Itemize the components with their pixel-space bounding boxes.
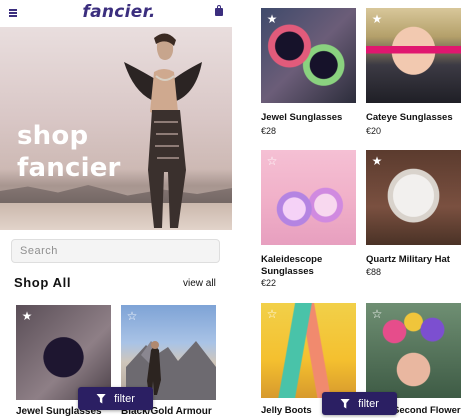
product-image-jewel-sunglasses[interactable]: ★: [261, 8, 356, 103]
hero-line-2: fancier: [17, 153, 121, 183]
product-image-cateye-sunglasses[interactable]: ★: [366, 8, 461, 103]
filter-label: filter: [358, 397, 379, 410]
filter-funnel-icon: [340, 398, 351, 409]
star-icon[interactable]: ☆: [266, 155, 278, 167]
product-image-kaleidescope-sunglasses[interactable]: ☆: [261, 150, 356, 245]
product-name[interactable]: Second Flower: [393, 405, 461, 417]
hero-line-1: shop: [17, 121, 89, 151]
product-price: €22: [261, 278, 277, 288]
product-name[interactable]: Quartz Military Hat: [366, 254, 450, 266]
section-title: Shop All: [14, 275, 72, 290]
star-icon[interactable]: ★: [266, 13, 278, 25]
product-name[interactable]: Kaleidescope Sunglasses: [261, 254, 351, 278]
star-icon[interactable]: ★: [371, 13, 383, 25]
hero-heading: shop fancier: [17, 120, 121, 184]
search-input[interactable]: [11, 239, 220, 263]
star-icon[interactable]: ☆: [371, 308, 383, 320]
product-price: €88: [366, 267, 382, 277]
filter-button[interactable]: filter: [322, 392, 397, 415]
product-price: €28: [261, 126, 277, 136]
star-icon[interactable]: ☆: [126, 310, 138, 322]
product-name[interactable]: Jelly Boots: [261, 405, 312, 417]
product-image-jelly-boots[interactable]: ☆: [261, 303, 356, 398]
star-icon[interactable]: ★: [371, 155, 383, 167]
star-icon[interactable]: ★: [21, 310, 33, 322]
product-thumb-jewel-sunglasses[interactable]: ★: [16, 305, 111, 400]
product-name[interactable]: Jewel Sunglasses: [261, 112, 342, 124]
product-image-quartz-military-hat[interactable]: ★: [366, 150, 461, 245]
view-all-link[interactable]: view all: [183, 278, 216, 289]
hero-banner[interactable]: shop fancier: [0, 27, 232, 230]
product-image-second-flower[interactable]: ☆: [366, 303, 461, 398]
filter-button[interactable]: filter: [78, 387, 153, 410]
star-icon[interactable]: ☆: [266, 308, 278, 320]
product-thumb-black-gold-armour[interactable]: ☆: [121, 305, 216, 400]
hero-model-image: [124, 33, 202, 228]
product-name[interactable]: Cateye Sunglasses: [366, 112, 453, 124]
shop-all-screen: ★ Jewel Sunglasses €28 ★ Cateye Sunglass…: [243, 0, 476, 418]
home-screen: fancier. shop fancier Shop All view all …: [0, 0, 238, 418]
filter-funnel-icon: [96, 393, 107, 404]
product-price: €20: [366, 126, 382, 136]
filter-label: filter: [114, 392, 135, 405]
brand-logo[interactable]: fancier.: [0, 2, 238, 22]
bag-icon[interactable]: [215, 5, 223, 16]
top-bar: fancier.: [0, 0, 238, 26]
